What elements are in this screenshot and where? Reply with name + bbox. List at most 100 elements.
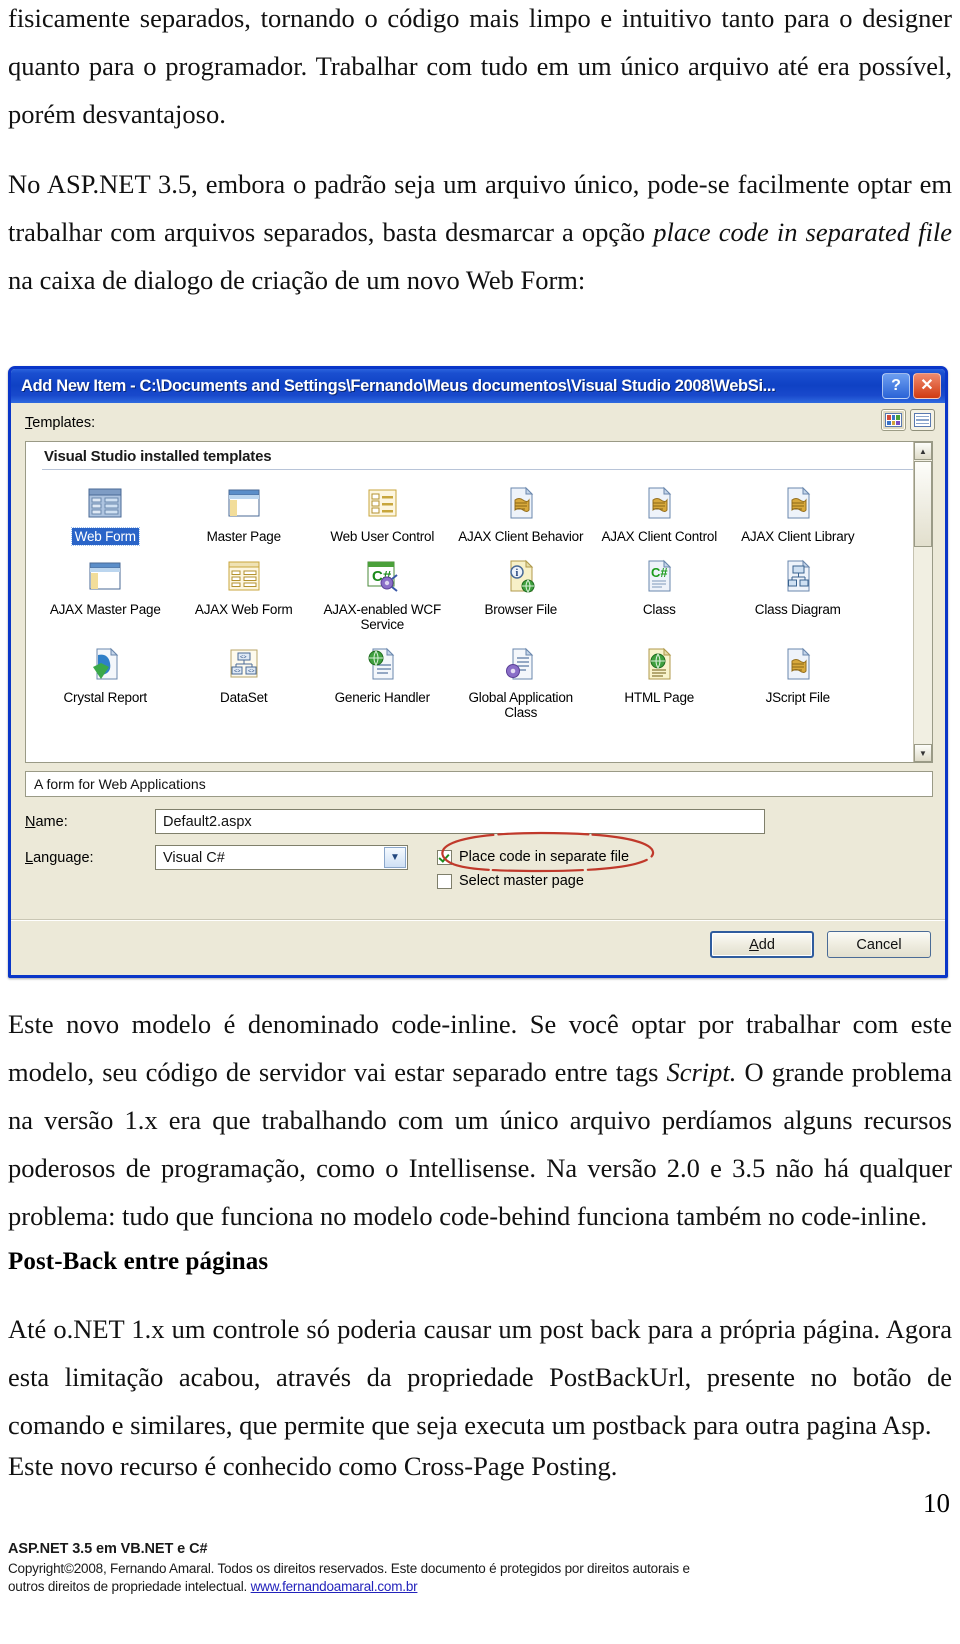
group-divider: [42, 469, 922, 470]
templates-group-header: Visual Studio installed templates: [44, 448, 272, 465]
language-value: Visual C#: [163, 849, 225, 866]
template-label: JScript File: [765, 690, 831, 705]
template-item-jscript-file[interactable]: JScript File: [729, 637, 868, 721]
paragraph-four-text: Até o.NET 1.x um controle só poderia cau…: [8, 1314, 952, 1440]
template-item-ajax-client-behavior[interactable]: AJAX Client Behavior: [452, 476, 591, 545]
large-icons-view-icon[interactable]: [881, 409, 906, 431]
template-label: AJAX Client Control: [601, 529, 718, 544]
template-item-ajax-client-library[interactable]: AJAX Client Library: [729, 476, 868, 545]
template-item-generic-handler[interactable]: Generic Handler: [313, 637, 452, 721]
master-page-icon: [84, 555, 126, 597]
script-file-icon: [777, 482, 819, 524]
close-icon[interactable]: ✕: [913, 373, 941, 399]
dialog-body: Templates: Visual Studio installed templ…: [11, 403, 945, 975]
paragraph-two: No ASP.NET 3.5, embora o padrão seja um …: [8, 160, 952, 304]
chevron-down-icon[interactable]: ▼: [384, 847, 406, 868]
generic-handler-icon: [361, 643, 403, 685]
language-label: Language:: [25, 849, 94, 866]
template-label: Class: [642, 602, 676, 617]
script-file-icon: [638, 482, 680, 524]
name-input[interactable]: Default2.aspx: [155, 809, 765, 834]
template-label: AJAX Web Form: [194, 602, 293, 617]
paragraph-top: fisicamente separados, tornando o código…: [8, 0, 952, 138]
template-item-web-form[interactable]: Web Form: [36, 476, 175, 546]
select-master-checkbox-row[interactable]: Select master page: [437, 869, 629, 893]
add-new-item-dialog[interactable]: Add New Item - C:\Documents and Settings…: [8, 366, 948, 978]
select-master-checkbox[interactable]: [437, 873, 452, 889]
template-label: Crystal Report: [63, 690, 148, 705]
list-glyph: [914, 413, 931, 427]
dialog-titlebar[interactable]: Add New Item - C:\Documents and Settings…: [11, 369, 945, 403]
list-view-icon[interactable]: [910, 409, 935, 431]
wcf-service-icon: C#: [361, 555, 403, 597]
template-item-dataset[interactable]: <> <> <> DataSet: [175, 637, 314, 721]
browser-file-icon: i: [500, 555, 542, 597]
footer-website-link[interactable]: www.fernandoamaral.com.br: [251, 1579, 418, 1594]
web-form-icon: [223, 555, 265, 597]
template-item-ajax-web-form[interactable]: AJAX Web Form: [175, 549, 314, 633]
place-code-checkbox[interactable]: [437, 849, 452, 865]
paragraph-five: Este novo recurso é conhecido como Cross…: [8, 1442, 952, 1490]
template-label: Class Diagram: [754, 602, 841, 617]
help-icon[interactable]: ?: [882, 373, 910, 399]
svg-text:i: i: [515, 568, 518, 579]
scroll-down-icon[interactable]: ▼: [914, 744, 932, 762]
template-label: AJAX Client Behavior: [458, 529, 584, 544]
paragraph-three-italic: Script.: [666, 1057, 737, 1087]
template-item-web-user-control[interactable]: Web User Control: [313, 476, 452, 545]
place-code-label: Place code in separate file: [459, 849, 630, 865]
template-item-ajax-client-control[interactable]: AJAX Client Control: [590, 476, 729, 545]
svg-text:<>: <>: [240, 654, 247, 661]
scroll-up-icon[interactable]: ▲: [914, 442, 932, 460]
templates-scrollbar[interactable]: ▲ ▼: [913, 442, 932, 762]
place-code-checkbox-row[interactable]: Place code in separate file: [437, 845, 629, 869]
script-file-icon: [500, 482, 542, 524]
template-label: DataSet: [220, 690, 268, 705]
svg-text:C#: C#: [651, 565, 668, 580]
name-row: Name: Default2.aspx: [25, 809, 765, 834]
crystal-report-icon: [84, 643, 126, 685]
template-item-class[interactable]: C# Class: [590, 549, 729, 633]
template-item-crystal-report[interactable]: Crystal Report: [36, 637, 175, 721]
templates-label-text: emplates:: [32, 415, 96, 431]
template-item-html-page[interactable]: HTML Page: [590, 637, 729, 721]
paragraph-five-text: Este novo recurso é conhecido como Cross…: [8, 1451, 618, 1481]
options-group: Place code in separate file Select maste…: [437, 845, 629, 893]
web-user-control-icon: [361, 482, 403, 524]
template-label: AJAX Client Library: [741, 529, 855, 544]
template-label: Global Application Class: [468, 690, 574, 720]
template-label: Browser File: [484, 602, 558, 617]
template-label: Master Page: [206, 529, 282, 544]
template-item-ajax-enabled-wcf-service[interactable]: C# AJAX-enabled WCF Service: [313, 549, 452, 633]
language-row: Language: Visual C# ▼: [25, 845, 408, 870]
view-mode-toolbar[interactable]: [881, 409, 935, 431]
template-label: Web User Control: [330, 529, 435, 544]
template-item-global-application-class[interactable]: Global Application Class: [452, 637, 591, 721]
templates-grid[interactable]: Web Form Master Page Web User Control AJ…: [26, 476, 881, 721]
paragraph-two-italic: place code in separated file: [653, 217, 952, 247]
template-item-master-page[interactable]: Master Page: [175, 476, 314, 545]
template-label: HTML Page: [624, 690, 695, 705]
template-item-ajax-master-page[interactable]: AJAX Master Page: [36, 549, 175, 633]
templates-pane[interactable]: Visual Studio installed templates Web Fo…: [25, 441, 933, 763]
cancel-button[interactable]: Cancel: [827, 931, 931, 958]
script-file-icon: [777, 643, 819, 685]
master-page-icon: [223, 482, 265, 524]
template-item-browser-file[interactable]: i Browser File: [452, 549, 591, 633]
svg-text:<>: <>: [248, 668, 255, 675]
paragraph-four: Até o.NET 1.x um controle só poderia cau…: [8, 1305, 952, 1449]
template-label: AJAX Master Page: [49, 602, 161, 617]
section-heading-postback: Post-Back entre páginas: [8, 1248, 269, 1275]
global-app-class-icon: [500, 643, 542, 685]
select-master-label: Select master page: [459, 873, 584, 889]
paragraph-top-text: fisicamente separados, tornando o código…: [8, 3, 952, 129]
template-description: A form for Web Applications: [25, 771, 933, 797]
dialog-title: Add New Item - C:\Documents and Settings…: [21, 376, 776, 395]
template-label: Generic Handler: [334, 690, 431, 705]
add-button[interactable]: Add: [710, 931, 814, 958]
scrollbar-thumb[interactable]: [914, 461, 932, 547]
footer-copyright: Copyright©2008, Fernando Amaral. Todos o…: [8, 1560, 952, 1596]
language-select[interactable]: Visual C# ▼: [155, 845, 408, 870]
template-label: AJAX-enabled WCF Service: [323, 602, 442, 632]
template-item-class-diagram[interactable]: Class Diagram: [729, 549, 868, 633]
